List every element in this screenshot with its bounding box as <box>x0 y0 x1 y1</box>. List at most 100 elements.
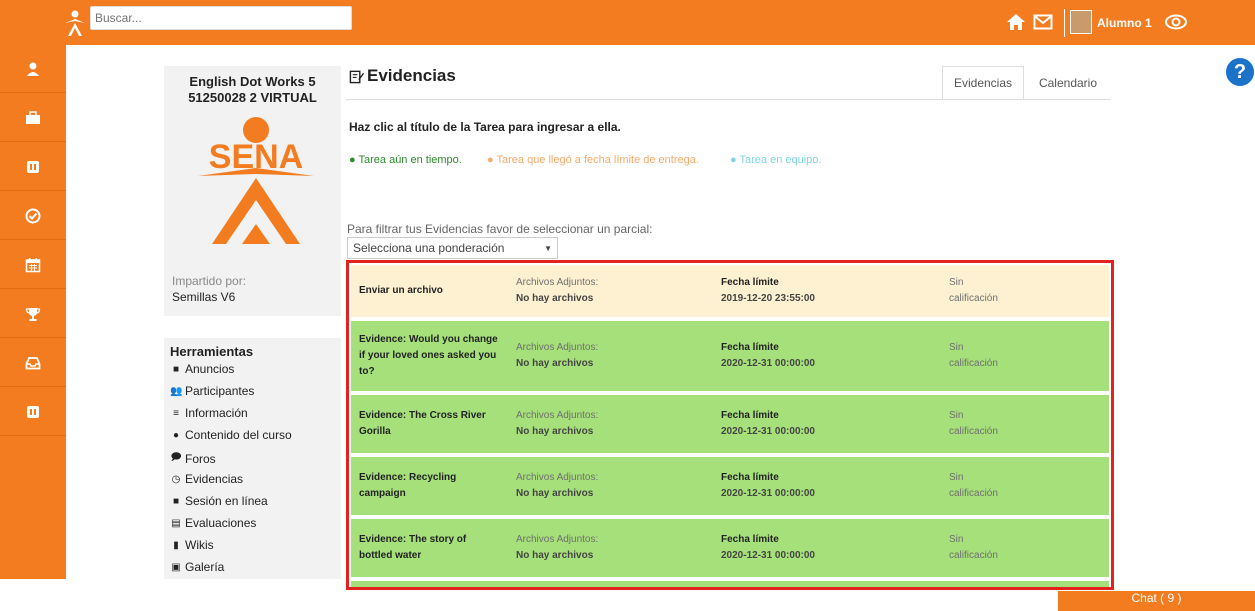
tool-wikis[interactable]: ▮ Wikis <box>170 538 213 552</box>
tool-evaluaciones[interactable]: ▤ Evaluaciones <box>170 516 256 530</box>
sidebar-item-library[interactable] <box>0 388 66 436</box>
task-row[interactable]: Evidence: EnvironmentalArchivos Adjuntos… <box>351 581 1109 587</box>
sidebar-item-calendar[interactable] <box>0 241 66 289</box>
sidebar-item-inbox[interactable] <box>0 339 66 387</box>
help-button[interactable]: ? <box>1224 56 1255 88</box>
tool-informacion[interactable]: ≡ Información <box>170 406 248 420</box>
trophy-icon <box>25 307 41 321</box>
attachments-value: No hay archivos <box>516 358 594 369</box>
tool-galeria[interactable]: ▣ Galería <box>170 560 224 574</box>
mail-icon[interactable] <box>1033 14 1053 30</box>
check-circle-icon <box>25 208 41 223</box>
task-title[interactable]: Evidence: The Cross River Gorilla <box>359 408 499 440</box>
chat-button[interactable]: Chat ( 9 ) <box>1058 591 1255 611</box>
due-label: Fecha límite <box>721 534 779 545</box>
users-icon: 👥 <box>170 385 183 397</box>
course-title[interactable]: English Dot Works 5 51250028 2 VIRTUAL <box>164 74 341 106</box>
page-title: Evidencias <box>349 66 456 86</box>
taught-by-label: Impartido por: <box>172 274 247 288</box>
due-label: Fecha límite <box>721 472 779 483</box>
grade-status-detail: calificación <box>949 550 998 561</box>
forum-icon: 🗩 <box>170 452 182 463</box>
book-icon <box>27 160 39 173</box>
attachments-value: No hay archivos <box>516 426 594 437</box>
user-name[interactable]: Alumno 1 <box>1097 16 1152 30</box>
tool-sesion[interactable]: ■ Sesión en línea <box>170 494 268 508</box>
attachments-value: No hay archivos <box>516 488 594 499</box>
sidebar-item-tasks[interactable] <box>0 192 66 240</box>
task-row[interactable]: Evidence: Would you change if your loved… <box>351 321 1109 391</box>
sidebar-item-courses[interactable] <box>0 143 66 191</box>
grade-status-detail: calificación <box>949 293 998 304</box>
video-icon: ■ <box>172 495 180 507</box>
chevron-down-icon: ▼ <box>544 243 552 253</box>
attachments-label: Archivos Adjuntos: <box>516 277 599 288</box>
search-input[interactable] <box>90 6 352 30</box>
tool-anuncios[interactable]: ■ Anuncios <box>170 362 234 376</box>
book-icon <box>27 405 39 418</box>
legend-deadline: ● Tarea que llegó a fecha límite de entr… <box>487 154 699 166</box>
grade-status: Sin <box>949 534 964 545</box>
title-divider <box>346 99 1111 100</box>
eye-icon[interactable] <box>1165 14 1187 30</box>
clock-icon: ◷ <box>171 473 181 485</box>
due-label: Fecha límite <box>721 585 779 587</box>
tool-contenido[interactable]: ● Contenido del curso <box>170 428 292 442</box>
grade-status: Sin <box>949 277 964 288</box>
due-value: 2020-12-31 00:00:00 <box>721 358 815 369</box>
instruction-text: Haz clic al título de la Tarea para ingr… <box>349 120 621 134</box>
task-row[interactable]: Evidence: Recycling campaign Archivos Adj… <box>351 457 1109 515</box>
task-row[interactable]: Evidence: The story of bottled water Arch… <box>351 519 1109 577</box>
tool-evidencias[interactable]: ◷ Evidencias <box>170 472 243 486</box>
ponderacion-select[interactable]: Selecciona una ponderación ▼ <box>347 237 558 259</box>
task-title[interactable]: Enviar un archivo <box>359 283 499 299</box>
home-icon[interactable] <box>1006 13 1026 31</box>
sidebar-item-achievements[interactable] <box>0 290 66 338</box>
briefcase-icon <box>26 110 40 124</box>
grade-status-detail: calificación <box>949 426 998 437</box>
due-label: Fecha límite <box>721 342 779 353</box>
attachments-value: No hay archivos <box>516 293 594 304</box>
attachments-label: Archivos Adjuntos: <box>516 410 599 421</box>
due-value: 2019-12-20 23:55:00 <box>721 293 815 304</box>
due-value: 2020-12-31 00:00:00 <box>721 488 815 499</box>
attachments-label: Archivos Adjuntos: <box>516 472 599 483</box>
grade-status: Sin <box>949 585 963 587</box>
sidebar-item-profile[interactable] <box>0 45 66 93</box>
attachments-label: Archivos Adjuntos: <box>516 585 598 587</box>
task-title[interactable]: Evidence: Would you change if your loved… <box>359 332 499 380</box>
content-icon: ● <box>172 429 180 441</box>
evaluation-icon: ▤ <box>171 517 181 529</box>
tools-title: Herramientas <box>170 344 254 359</box>
tool-foros[interactable]: 🗩 Foros <box>170 450 215 467</box>
due-label: Fecha límite <box>721 410 779 421</box>
tool-participantes[interactable]: 👥 Participantes <box>170 384 254 398</box>
header-separator <box>1064 9 1065 37</box>
edit-document-icon <box>349 70 364 83</box>
task-row[interactable]: Evidence: The Cross River Gorilla Archivo… <box>351 395 1109 453</box>
due-label: Fecha límite <box>721 277 779 288</box>
announcement-icon: ■ <box>172 363 180 375</box>
sidebar-item-portfolio[interactable] <box>0 94 66 142</box>
grade-status: Sin <box>949 342 964 353</box>
filter-label: Para filtrar tus Evidencias favor de sel… <box>347 222 653 236</box>
bookmark-icon: ▮ <box>173 539 179 551</box>
task-list: Enviar un archivo Archivos Adjuntos: No ha… <box>346 260 1114 590</box>
grade-status-detail: calificación <box>949 488 998 499</box>
task-row[interactable]: Enviar un archivo Archivos Adjuntos: No ha… <box>351 265 1109 317</box>
tab-calendario[interactable]: Calendario <box>1026 66 1110 100</box>
sena-logo: SENA <box>198 117 314 244</box>
tab-evidencias[interactable]: Evidencias <box>942 66 1024 100</box>
course-card: English Dot Works 5 51250028 2 VIRTUAL S… <box>164 66 341 316</box>
taught-by-value: Semillas V6 <box>172 290 236 304</box>
attachments-value: No hay archivos <box>516 550 594 561</box>
task-title[interactable]: Evidence: The story of bottled water <box>359 532 499 564</box>
legend-on-time: ● Tarea aún en tiempo. <box>349 154 462 166</box>
calendar-icon <box>25 257 41 272</box>
task-title[interactable]: Evidence: Recycling campaign <box>359 470 499 502</box>
avatar[interactable] <box>1070 10 1092 34</box>
left-sidebar <box>0 45 66 579</box>
sena-logo-small[interactable] <box>62 9 88 37</box>
grade-status: Sin <box>949 472 964 483</box>
image-icon: ▣ <box>171 561 181 573</box>
